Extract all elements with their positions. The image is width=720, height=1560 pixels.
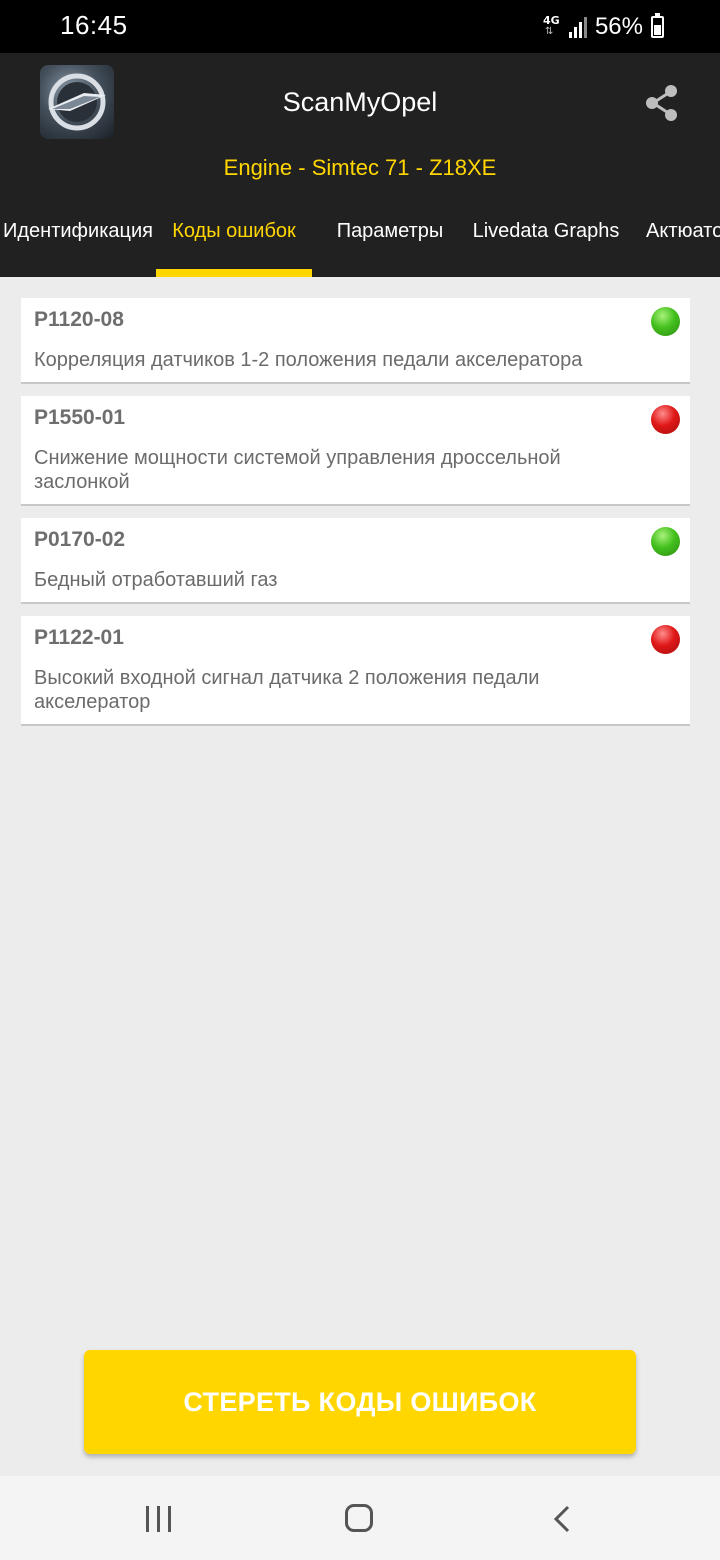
status-indicator-icon [651, 405, 680, 434]
tab-parameters[interactable]: Параметры [312, 211, 468, 277]
app-title: ScanMyOpel [282, 87, 438, 117]
error-description: Корреляция датчиков 1-2 положения педали… [34, 349, 583, 371]
screen: 16:45 4G ⇅ 56% ScanMyOpel Engine - Simte… [0, 0, 720, 1560]
ecu-subtitle: Engine - Simtec 71 - Z18XE [223, 155, 497, 180]
status-indicator-icon [651, 307, 680, 336]
recent-apps-icon[interactable] [146, 1506, 172, 1532]
error-code: P1122-01 [34, 626, 124, 649]
share-button[interactable] [640, 81, 684, 125]
status-time: 16:45 [60, 10, 128, 40]
tab-identification[interactable]: Идентификация [0, 211, 156, 277]
battery-icon [651, 13, 664, 38]
error-description: Снижение мощности системой управления др… [34, 447, 561, 493]
error-description: Бедный отработавший газ [34, 569, 278, 591]
app-header: ScanMyOpel Engine - Simtec 71 - Z18XE Ид… [0, 53, 720, 277]
tab-label: Актюато [646, 220, 720, 242]
system-nav-bar [0, 1476, 720, 1560]
battery-percent: 56% [594, 13, 643, 40]
network-4g-icon: 4G ⇅ [543, 13, 561, 41]
active-tab-indicator [156, 269, 312, 277]
tab-label: Идентификация [3, 220, 153, 242]
error-code-item[interactable]: P1120-08 Корреляция датчиков 1-2 положен… [21, 298, 690, 384]
tab-livedata-graphs[interactable]: Livedata Graphs [468, 211, 624, 277]
error-code: P1550-01 [34, 406, 126, 429]
signal-strength-icon [568, 16, 587, 38]
tab-label: Параметры [336, 220, 444, 242]
clear-error-codes-button[interactable]: СТЕРЕТЬ КОДЫ ОШИБОК [84, 1350, 636, 1454]
data-arrows-icon: ⇅ [544, 26, 554, 37]
tab-error-codes[interactable]: Коды ошибок [156, 211, 312, 277]
tab-bar: Идентификация Коды ошибок Параметры Live… [0, 211, 720, 277]
tab-label: Коды ошибок [172, 220, 296, 242]
status-indicator-icon [651, 527, 680, 556]
error-description: Высокий входной сигнал датчика 2 положен… [34, 667, 540, 713]
error-code-item[interactable]: P1122-01 Высокий входной сигнал датчика … [21, 616, 690, 726]
home-icon[interactable] [345, 1504, 373, 1532]
share-icon [646, 85, 677, 121]
status-icons: 4G ⇅ 56% [543, 12, 664, 42]
error-code: P1120-08 [34, 308, 124, 331]
tab-label: Livedata Graphs [472, 220, 620, 242]
back-icon[interactable] [548, 1504, 576, 1534]
error-code-list: P1120-08 Корреляция датчиков 1-2 положен… [21, 298, 690, 738]
error-code-item[interactable]: P1550-01 Снижение мощности системой упра… [21, 396, 690, 506]
status-bar: 16:45 4G ⇅ 56% [0, 0, 720, 53]
error-code-item[interactable]: P0170-02 Бедный отработавший газ [21, 518, 690, 604]
error-code: P0170-02 [34, 528, 126, 551]
status-indicator-icon [651, 625, 680, 654]
tab-actuators[interactable]: Актюато [646, 211, 720, 277]
